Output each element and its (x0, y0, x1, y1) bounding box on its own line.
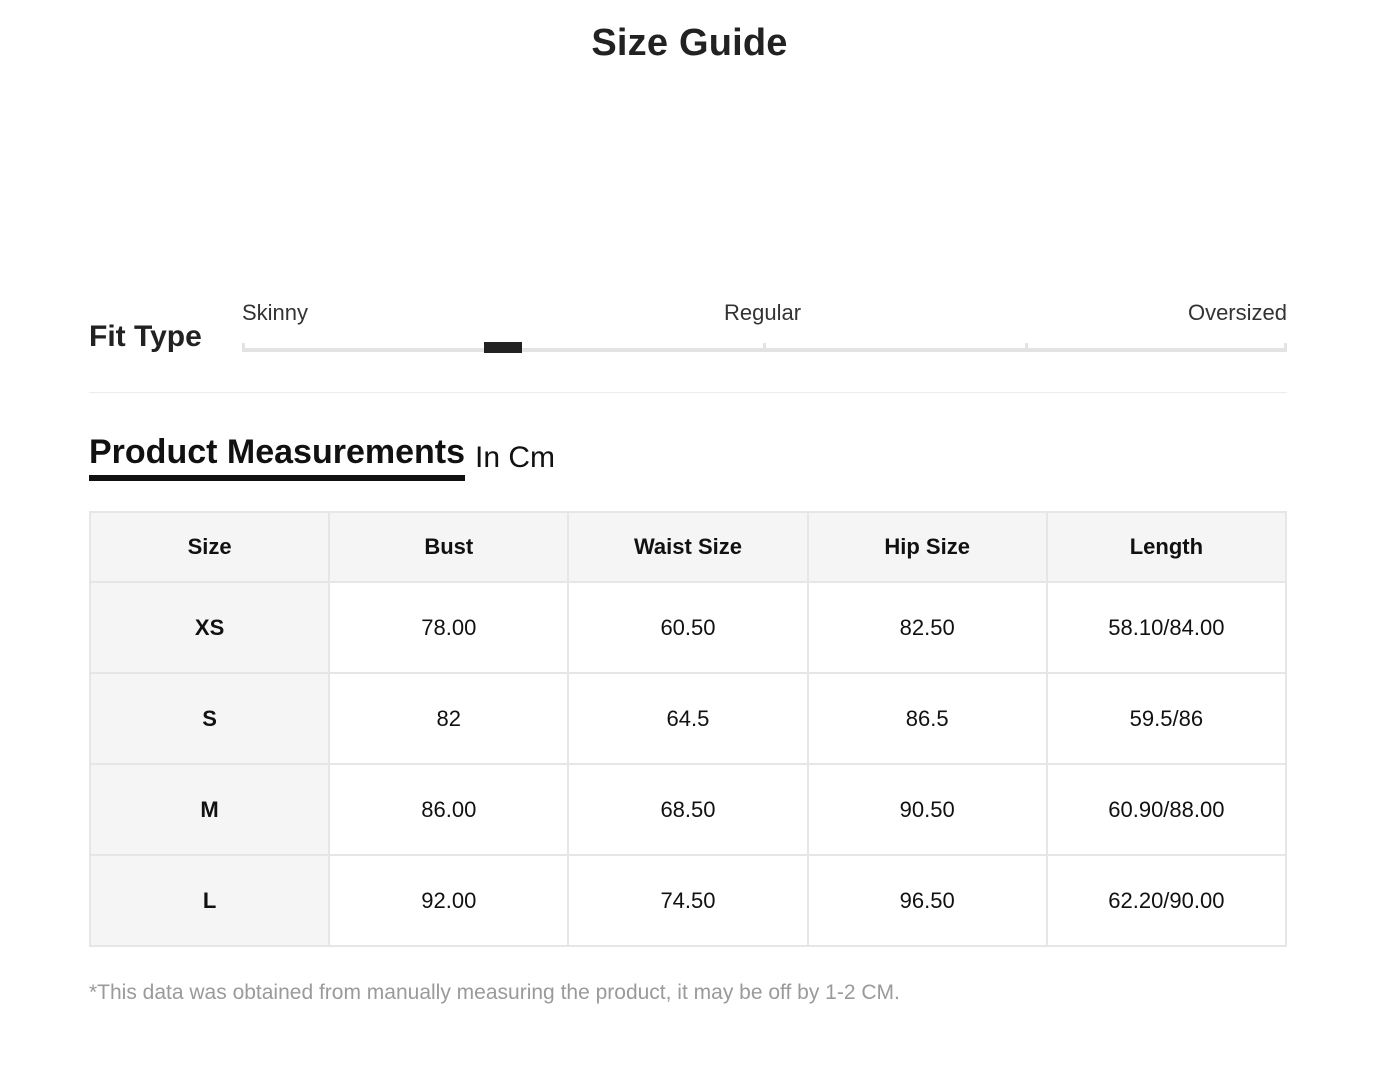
table-row: XS 78.00 60.50 82.50 58.10/84.00 (88, 581, 1288, 674)
fit-type-label: Fit Type (89, 320, 202, 353)
measurement-note: *This data was obtained from manually me… (89, 981, 900, 1004)
bust-cell: 86.00 (328, 763, 570, 856)
fit-scale-oversized-label: Oversized (1187, 300, 1287, 325)
size-cell: S (88, 672, 331, 765)
fit-scale-tick (242, 343, 245, 352)
header-length: Length (1045, 511, 1288, 583)
header-size: Size (88, 511, 331, 583)
hip-cell: 82.50 (806, 581, 1048, 674)
length-cell: 58.10/84.00 (1045, 581, 1288, 674)
fit-scale-tick (763, 343, 766, 352)
fit-scale-regular-label: Regular (724, 300, 802, 325)
length-cell: 60.90/88.00 (1045, 763, 1288, 856)
table-row: L 92.00 74.50 96.50 62.20/90.00 (88, 854, 1288, 947)
fit-type-scale (242, 342, 1287, 353)
measurements-unit: In Cm (475, 441, 556, 474)
hip-cell: 90.50 (806, 763, 1048, 856)
length-cell: 59.5/86 (1045, 672, 1288, 765)
fit-scale-tick (1025, 343, 1028, 352)
bust-cell: 82 (328, 672, 570, 765)
measurements-title: Product Measurements (89, 432, 465, 481)
header-waist-size: Waist Size (567, 511, 809, 583)
waist-cell: 64.5 (567, 672, 809, 765)
table-row: M 86.00 68.50 90.50 60.90/88.00 (88, 763, 1288, 856)
hip-cell: 86.5 (806, 672, 1048, 765)
waist-cell: 74.50 (567, 854, 809, 947)
bust-cell: 78.00 (328, 581, 570, 674)
hip-cell: 96.50 (806, 854, 1048, 947)
table-row: S 82 64.5 86.5 59.5/86 (88, 672, 1288, 765)
waist-cell: 68.50 (567, 763, 809, 856)
table-header-row: Size Bust Waist Size Hip Size Length (88, 511, 1288, 583)
size-cell: L (88, 854, 331, 947)
waist-cell: 60.50 (567, 581, 809, 674)
fit-scale-skinny-label: Skinny (242, 300, 309, 325)
fit-scale-tick (1284, 343, 1287, 352)
section-divider (89, 392, 1287, 393)
header-bust: Bust (328, 511, 570, 583)
page-title: Size Guide (591, 22, 788, 64)
fit-type-marker (484, 342, 523, 353)
size-cell: M (88, 763, 331, 856)
length-cell: 62.20/90.00 (1045, 854, 1288, 947)
header-hip-size: Hip Size (806, 511, 1048, 583)
size-cell: XS (88, 581, 331, 674)
bust-cell: 92.00 (328, 854, 570, 947)
measurements-heading: Product Measurements In Cm (89, 432, 555, 481)
size-table: Size Bust Waist Size Hip Size Length XS … (88, 511, 1288, 947)
